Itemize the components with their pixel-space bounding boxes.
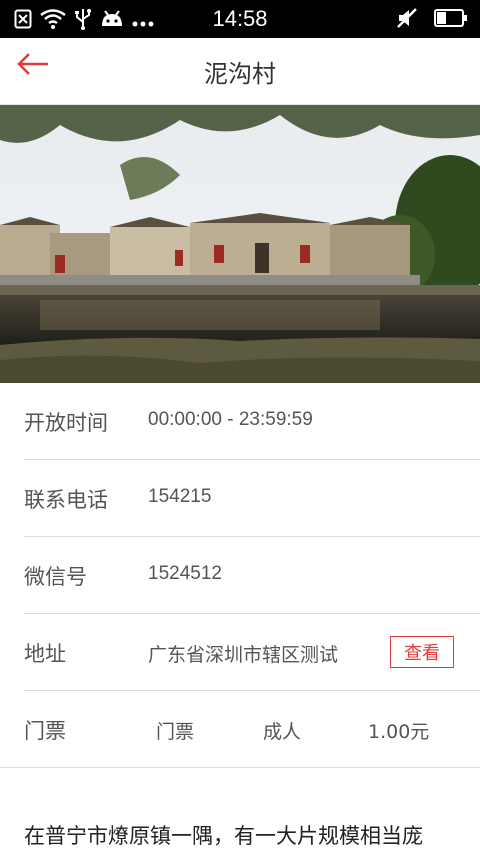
address-value: 广东省深圳市辖区测试 — [148, 644, 339, 666]
info-list: 开放时间 00:00:00 - 23:59:59 联系电话 154215 微信号… — [0, 383, 480, 768]
phone-row[interactable]: 联系电话 154215 — [24, 460, 480, 537]
phone-label: 联系电话 — [24, 488, 108, 512]
status-icons-right — [396, 7, 468, 33]
ticket-row: 门票 门票 成人 1.00元 — [0, 691, 480, 768]
ticket-label: 门票 — [24, 719, 66, 743]
ticket-type: 门票 — [156, 721, 195, 743]
mute-icon — [396, 7, 418, 33]
wechat-label: 微信号 — [24, 565, 87, 589]
ticket-price: 1.00元 — [368, 721, 430, 743]
title-bar: 泥沟村 — [0, 38, 480, 105]
wechat-value: 1524512 — [148, 563, 222, 584]
ticket-audience: 成人 — [263, 721, 302, 743]
view-map-button[interactable]: 查看 — [390, 636, 454, 668]
status-bar: 14:58 — [0, 0, 480, 38]
page-title: 泥沟村 — [204, 60, 276, 88]
hours-label: 开放时间 — [24, 411, 108, 435]
village-photo — [0, 105, 480, 383]
address-label: 地址 — [24, 642, 66, 666]
wechat-row: 微信号 1524512 — [24, 537, 480, 614]
hours-row: 开放时间 00:00:00 - 23:59:59 — [24, 383, 480, 460]
battery-icon — [434, 9, 468, 31]
phone-value: 154215 — [148, 486, 212, 507]
address-row: 地址 广东省深圳市辖区测试 查看 — [24, 614, 480, 691]
description-text: 在普宁市燎原镇一隅，有一大片规模相当庞 — [24, 824, 423, 848]
hours-value: 00:00:00 - 23:59:59 — [148, 409, 313, 430]
